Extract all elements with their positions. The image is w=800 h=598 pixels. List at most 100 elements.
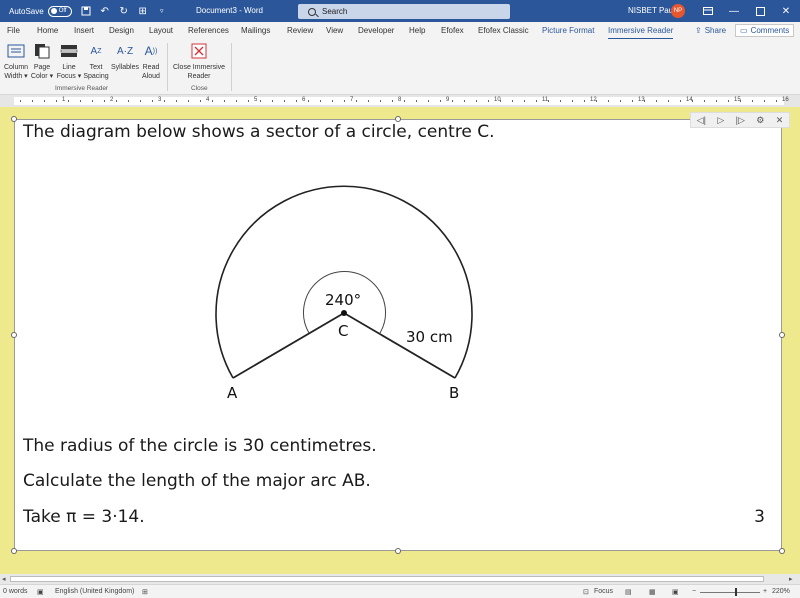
redo-icon[interactable]: ↻ [119,6,129,17]
group-divider [167,43,168,91]
ruler-tick [620,100,621,102]
ruler-tick [140,100,141,102]
tab-picture-format[interactable]: Picture Format [542,26,594,35]
tab-design[interactable]: Design [109,26,134,35]
touch-mode-icon[interactable]: ⊞ [138,6,148,17]
horizontal-ruler[interactable]: 1 2 3 4 5 6 7 8 9 10 11 12 13 14 15 16 [0,95,800,107]
ruler-number: 2 [110,97,114,103]
play-icon[interactable]: ▷ [717,115,724,126]
tab-efofex[interactable]: Efofex [441,26,464,35]
accessibility-icon[interactable]: ⊞ [142,588,148,596]
ruler-tick [68,100,69,102]
ribbon-tabs: File Home Insert Design Layout Reference… [0,22,800,40]
proofing-icon[interactable]: ▣ [37,588,44,596]
focus-icon[interactable]: ⊡ [583,588,589,596]
search-box[interactable]: Search [298,4,510,19]
autosave-label: AutoSave [9,6,44,16]
group-divider [231,43,232,91]
read-aloud-button[interactable]: A)) Read Aloud [140,41,162,81]
text-spacing-icon: AZ [90,45,102,57]
syllables-button[interactable]: A·Z Syllables [110,41,140,72]
share-button[interactable]: ⇪ Share [691,24,730,37]
document-page[interactable]: The diagram below shows a sector of a ci… [14,119,782,551]
avatar[interactable]: NP [671,4,685,18]
resize-handle[interactable] [395,116,401,122]
zoom-out-icon[interactable]: − [692,588,696,595]
point-b-label: B [449,384,459,402]
close-toolbar-icon[interactable]: ✕ [776,115,784,126]
focus-label[interactable]: Focus [594,588,613,595]
syllables-icon: A·Z [116,45,134,57]
previous-paragraph-icon[interactable]: ◁| [697,115,706,126]
resize-handle[interactable] [11,548,17,554]
customize-toolbar-icon[interactable]: ▿ [157,6,167,16]
horizontal-scrollbar[interactable]: ◂ ▸ [0,574,800,584]
column-width-button[interactable]: Column Width ▾ [2,41,30,81]
restore-icon[interactable] [748,0,772,22]
status-bar: 0 words ▣ English (United Kingdom) ⊞ ⊡ F… [0,584,800,598]
zoom-slider-track[interactable] [700,592,760,593]
ruler-tick [728,100,729,102]
web-layout-icon[interactable]: ▣ [672,588,679,596]
zoom-level[interactable]: 220% [772,588,790,595]
print-layout-icon[interactable]: ▦ [649,588,656,596]
ruler-tick [344,100,345,102]
minimize-icon[interactable]: — [722,0,746,22]
text-spacing-button[interactable]: AZ Text Spacing [83,41,109,81]
resize-handle[interactable] [779,332,785,338]
search-icon [308,7,316,16]
close-immersive-reader-button[interactable]: Close Immersive Reader [172,41,226,81]
tab-help[interactable]: Help [409,26,425,35]
resize-handle[interactable] [395,548,401,554]
document-area[interactable]: The diagram below shows a sector of a ci… [0,107,800,574]
resize-handle[interactable] [11,116,17,122]
user-name[interactable]: NISBET Paul [628,6,675,15]
comments-button[interactable]: ▭ Comments [735,24,795,37]
ruler-tick [200,100,201,102]
tab-immersive-reader[interactable]: Immersive Reader [608,26,674,40]
word-count[interactable]: 0 words [3,588,28,595]
zoom-slider-handle[interactable] [735,588,737,596]
language-status[interactable]: English (United Kingdom) [55,588,134,595]
ruler-tick [740,100,741,102]
ruler-tick [104,100,105,102]
voice-settings-icon[interactable]: ⚙ [756,115,764,126]
undo-icon[interactable]: ↶ [100,6,110,17]
scroll-left-icon[interactable]: ◂ [2,575,6,583]
immersive-reader-toolbar: ◁| ▷ |▷ ⚙ ✕ [690,112,790,128]
page-color-button[interactable]: Page Color ▾ [30,41,54,81]
autosave-toggle[interactable]: Off [47,5,72,17]
resize-handle[interactable] [779,548,785,554]
ruler-number: 4 [206,97,210,103]
resize-handle[interactable] [11,332,17,338]
tab-mailings[interactable]: Mailings [241,26,270,35]
tab-layout[interactable]: Layout [149,26,173,35]
ruler-tick [188,100,189,102]
zoom-in-icon[interactable]: + [763,588,767,595]
ribbon-display-icon[interactable] [696,0,720,22]
tab-review[interactable]: Review [287,26,313,35]
close-icon[interactable]: ✕ [774,0,798,22]
ruler-tick [488,100,489,102]
ruler-tick [452,100,453,102]
save-icon[interactable] [81,6,91,16]
ruler-tick [512,100,513,102]
next-paragraph-icon[interactable]: |▷ [736,115,745,126]
tab-home[interactable]: Home [37,26,58,35]
ruler-tick [320,100,321,102]
line-focus-button[interactable]: Line Focus ▾ [56,41,82,81]
close-reader-icon [189,41,209,61]
tab-efofex-classic[interactable]: Efofex Classic [478,26,529,35]
read-mode-icon[interactable]: ▤ [625,588,632,596]
tab-view[interactable]: View [326,26,343,35]
scroll-thumb[interactable] [10,576,764,582]
ruler-tick [440,100,441,102]
ruler-tick [404,100,405,102]
tab-developer[interactable]: Developer [358,26,394,35]
tab-insert[interactable]: Insert [74,26,94,35]
tab-file[interactable]: File [7,26,20,35]
tab-references[interactable]: References [188,26,229,35]
ruler-tick [116,100,117,102]
ruler-number: 8 [398,97,402,103]
scroll-right-icon[interactable]: ▸ [789,575,793,583]
